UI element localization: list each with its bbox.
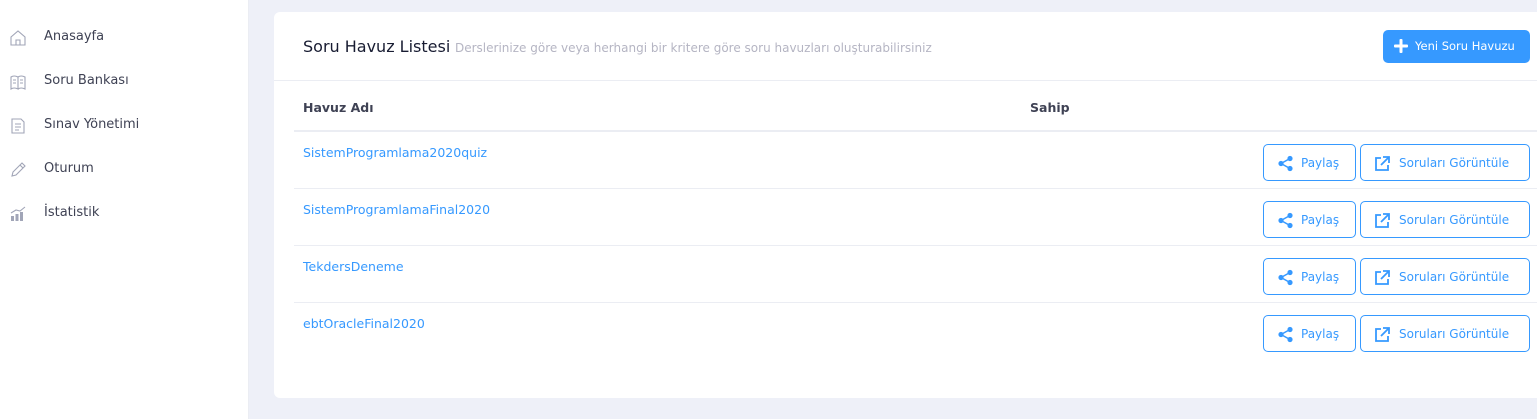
sidebar-item-istatistik[interactable]: İstatistik [0,196,249,232]
share-icon [1277,155,1294,172]
question-bank-icon [8,72,28,92]
share-button[interactable]: Paylaş [1263,258,1356,295]
page-title: Soru Havuz Listesi [303,37,451,56]
pool-name-link[interactable]: SistemProgramlama2020quiz [303,145,487,160]
table-row: SistemProgramlamaFinal2020 Paylaş Sorula… [294,189,1537,246]
pool-name-link[interactable]: TekdersDeneme [303,259,404,274]
table-row: ebtOracleFinal2020 Paylaş Soruları Görün… [294,303,1537,360]
share-button[interactable]: Paylaş [1263,144,1356,181]
pool-name-link[interactable]: ebtOracleFinal2020 [303,316,425,331]
share-button-label: Paylaş [1301,270,1340,284]
share-icon [1277,326,1294,343]
plus-icon [1393,38,1409,54]
sidebar-item-anasayfa[interactable]: Anasayfa [0,20,249,56]
sidebar-item-label: Sınav Yönetimi [44,117,140,132]
share-button[interactable]: Paylaş [1263,201,1356,238]
new-pool-button[interactable]: Yeni Soru Havuzu [1383,30,1530,63]
share-button-label: Paylaş [1301,327,1340,341]
column-header-owner: Sahip [1030,100,1070,115]
view-questions-button-label: Soruları Görüntüle [1399,156,1510,170]
table-row: SistemProgramlama2020quiz Paylaş Sorular… [294,132,1537,189]
statistics-chart-icon [8,204,28,224]
sidebar-item-label: Oturum [44,161,94,176]
view-questions-button-label: Soruları Görüntüle [1399,213,1510,227]
sidebar-item-label: İstatistik [44,205,100,220]
external-link-icon [1374,212,1391,229]
external-link-icon [1374,155,1391,172]
table-row: TekdersDeneme Paylaş Soruları Görüntüle [294,246,1537,303]
page-subtitle: Derslerinize göre veya herhangi bir krit… [455,41,932,55]
sidebar: Anasayfa Soru Bankası Sınav Yönetimi Otu… [0,0,249,419]
view-questions-button-label: Soruları Görüntüle [1399,327,1510,341]
exam-document-icon [8,116,28,136]
column-header-pool-name: Havuz Adı [303,100,374,115]
view-questions-button[interactable]: Soruları Görüntüle [1360,201,1530,238]
share-button-label: Paylaş [1301,156,1340,170]
card-header: Soru Havuz Listesi Derslerinize göre vey… [274,12,1537,81]
home-icon [8,28,28,48]
external-link-icon [1374,326,1391,343]
external-link-icon [1374,269,1391,286]
sidebar-item-oturum[interactable]: Oturum [0,152,249,188]
sidebar-item-label: Soru Bankası [44,73,129,88]
sidebar-item-soru-bankasi[interactable]: Soru Bankası [0,64,249,100]
pool-name-link[interactable]: SistemProgramlamaFinal2020 [303,202,490,217]
new-pool-button-label: Yeni Soru Havuzu [1415,39,1515,53]
share-icon [1277,212,1294,229]
pencil-icon [8,160,28,180]
sidebar-item-sinav-yonetimi[interactable]: Sınav Yönetimi [0,108,249,144]
share-button-label: Paylaş [1301,213,1340,227]
view-questions-button[interactable]: Soruları Görüntüle [1360,144,1530,181]
sidebar-item-label: Anasayfa [44,29,105,44]
share-icon [1277,269,1294,286]
view-questions-button[interactable]: Soruları Görüntüle [1360,258,1530,295]
share-button[interactable]: Paylaş [1263,315,1356,352]
view-questions-button[interactable]: Soruları Görüntüle [1360,315,1530,352]
view-questions-button-label: Soruları Görüntüle [1399,270,1510,284]
pool-list-card: Soru Havuz Listesi Derslerinize göre vey… [274,12,1537,398]
